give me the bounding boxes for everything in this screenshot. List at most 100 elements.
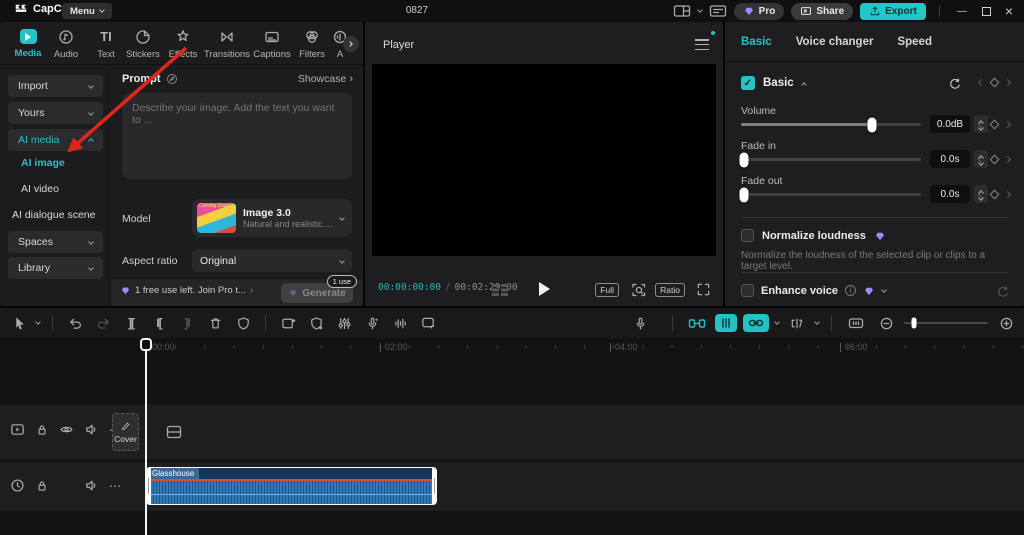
normalize-loudness-checkbox[interactable] xyxy=(741,229,754,242)
collapse-icon[interactable] xyxy=(801,82,807,88)
chevron-down-icon[interactable] xyxy=(881,287,887,293)
mixer-button[interactable] xyxy=(332,311,356,335)
eye-icon[interactable] xyxy=(59,422,74,437)
keyframe-controls-basic[interactable] xyxy=(979,79,1010,86)
preview-axis-chevron-icon[interactable] xyxy=(814,319,820,325)
tab-basic[interactable]: Basic xyxy=(741,36,772,48)
fullscreen-icon[interactable] xyxy=(696,282,711,297)
video-preview[interactable] xyxy=(372,64,716,256)
export-button[interactable]: Export xyxy=(860,3,926,20)
reset-basic-icon[interactable] xyxy=(948,77,962,91)
sidebar-item-yours[interactable]: Yours xyxy=(8,102,103,124)
aspect-ratio-select[interactable]: Original xyxy=(192,249,352,272)
enhance-voice-checkbox[interactable] xyxy=(741,284,754,297)
fade-in-value[interactable]: 0.0s xyxy=(930,150,970,168)
link-chevron-icon[interactable] xyxy=(774,319,780,325)
reset-enhance-icon[interactable] xyxy=(996,285,1010,299)
zoom-in-button[interactable] xyxy=(994,311,1018,335)
keyframe-diamond-icon[interactable] xyxy=(990,190,1000,200)
prev-keyframe-icon[interactable] xyxy=(978,79,985,86)
audio-clip-glasshouse[interactable]: Glasshouse xyxy=(146,467,437,505)
audio-wave-button[interactable] xyxy=(388,311,412,335)
retouch-button[interactable] xyxy=(416,311,440,335)
keyframe-controls-volume[interactable] xyxy=(979,121,1010,128)
sidebar-item-library[interactable]: Library xyxy=(8,257,103,279)
cover-button[interactable]: Cover xyxy=(112,413,139,451)
split-button[interactable]: ][ xyxy=(119,311,143,335)
more-icon[interactable]: ⋯ xyxy=(109,479,122,493)
tab-captions[interactable]: Captions xyxy=(250,29,294,60)
tab-stickers[interactable]: Stickers xyxy=(121,29,165,60)
link-clips-button[interactable] xyxy=(743,314,769,332)
preview-axis-button[interactable] xyxy=(785,311,809,335)
preview-zoom-icon[interactable] xyxy=(631,282,647,298)
maximize-button[interactable] xyxy=(982,7,991,16)
voice-magic-button[interactable] xyxy=(360,311,384,335)
layout-chevron-icon[interactable] xyxy=(697,7,703,13)
tab-filters[interactable]: Filters xyxy=(290,29,334,60)
fade-out-slider-handle[interactable] xyxy=(740,187,749,202)
free-use-link[interactable]: 1 free use left. Join Pro t... › xyxy=(120,285,253,296)
share-button[interactable]: Share xyxy=(791,3,853,20)
full-button[interactable]: Full xyxy=(595,283,619,297)
volume-slider[interactable] xyxy=(741,123,921,126)
volume-slider-handle[interactable] xyxy=(868,117,877,132)
next-keyframe-icon[interactable] xyxy=(1004,156,1011,163)
keyframe-controls-fade-in[interactable] xyxy=(979,156,1010,163)
tab-speed[interactable]: Speed xyxy=(897,36,932,48)
player-layout-icon[interactable] xyxy=(673,4,691,18)
undo-button[interactable] xyxy=(63,311,87,335)
record-voiceover-button[interactable] xyxy=(628,311,652,335)
select-tool-button[interactable] xyxy=(8,311,32,335)
prev-keyframe-icon[interactable] xyxy=(978,156,985,163)
mask-point-button[interactable] xyxy=(304,311,328,335)
fade-in-slider[interactable] xyxy=(741,158,921,161)
delete-button[interactable] xyxy=(203,311,227,335)
close-button[interactable]: × xyxy=(1002,3,1016,19)
tab-transitions[interactable]: Transitions xyxy=(204,29,250,60)
delete-right-button[interactable]: ]I xyxy=(175,311,199,335)
tab-scroll-button[interactable] xyxy=(343,36,359,52)
timeline-zoom-slider[interactable] xyxy=(904,322,988,324)
sidebar-item-ai-video[interactable]: AI video xyxy=(21,183,59,195)
player-menu-button[interactable] xyxy=(695,39,709,50)
select-tool-chevron-icon[interactable] xyxy=(35,319,41,325)
timeline-zoom-handle[interactable] xyxy=(912,318,917,329)
delete-left-button[interactable]: I[ xyxy=(147,311,171,335)
keyframe-diamond-icon[interactable] xyxy=(990,120,1000,130)
timeline-ruler[interactable]: 00:00 02:00 04:00 06:00 xyxy=(0,338,1024,356)
next-keyframe-icon[interactable] xyxy=(1004,191,1011,198)
fade-out-slider[interactable] xyxy=(741,193,921,196)
sidebar-item-import[interactable]: Import xyxy=(8,75,103,97)
timeline-view-button[interactable] xyxy=(844,311,868,335)
menu-button[interactable]: Menu xyxy=(62,3,112,19)
next-keyframe-icon[interactable] xyxy=(1004,121,1011,128)
play-button[interactable] xyxy=(539,282,550,296)
speaker-icon[interactable] xyxy=(84,422,99,437)
tab-audio[interactable]: Audio xyxy=(44,29,88,60)
keyframe-controls-fade-out[interactable] xyxy=(979,191,1010,198)
speaker-icon[interactable] xyxy=(84,478,99,493)
lock-icon[interactable] xyxy=(35,479,49,493)
ratio-button[interactable]: Ratio xyxy=(655,283,685,297)
lock-icon[interactable] xyxy=(35,423,49,437)
playhead-line[interactable] xyxy=(145,338,147,535)
fade-in-slider-handle[interactable] xyxy=(740,152,749,167)
sidebar-item-ai-image[interactable]: AI image xyxy=(21,157,65,169)
adjust-layout-icon[interactable] xyxy=(709,4,727,18)
frame-view-icon[interactable] xyxy=(491,283,509,297)
redo-button[interactable] xyxy=(91,311,115,335)
zoom-out-button[interactable] xyxy=(874,311,898,335)
magnetic-snap-button[interactable] xyxy=(685,311,709,335)
clip-right-handle[interactable] xyxy=(432,467,437,505)
sidebar-item-ai-dialogue-scene[interactable]: AI dialogue scene xyxy=(12,209,95,221)
generate-button[interactable]: Generate 1 use xyxy=(281,283,353,303)
minimize-button[interactable]: — xyxy=(953,6,971,17)
mask-button[interactable] xyxy=(231,311,255,335)
prompt-input[interactable] xyxy=(122,93,352,179)
sidebar-item-ai-media[interactable]: AI media xyxy=(8,129,103,151)
keyframe-diamond-icon[interactable] xyxy=(990,155,1000,165)
playhead-handle[interactable] xyxy=(140,338,152,351)
keyframe-diamond-icon[interactable] xyxy=(990,78,1000,88)
pro-button[interactable]: Pro xyxy=(734,3,785,20)
